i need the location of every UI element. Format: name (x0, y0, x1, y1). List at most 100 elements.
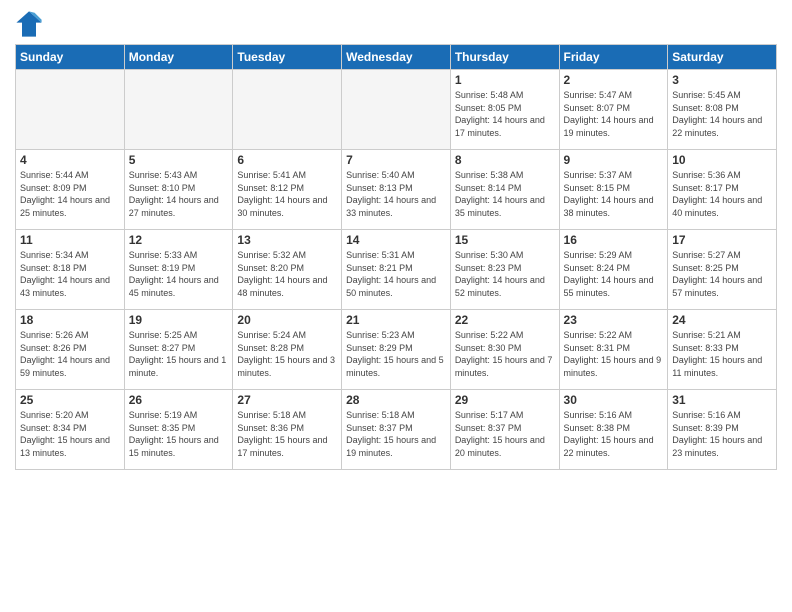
day-number: 20 (237, 313, 337, 327)
day-number: 14 (346, 233, 446, 247)
calendar-cell: 16 Sunrise: 5:29 AM Sunset: 8:24 PM Dayli… (559, 230, 668, 310)
col-header-tuesday: Tuesday (233, 45, 342, 70)
day-number: 15 (455, 233, 555, 247)
day-info: Sunrise: 5:18 AM Sunset: 8:37 PM Dayligh… (346, 409, 446, 459)
week-row-1: 1 Sunrise: 5:48 AM Sunset: 8:05 PM Daylig… (16, 70, 777, 150)
day-info: Sunrise: 5:18 AM Sunset: 8:36 PM Dayligh… (237, 409, 337, 459)
calendar-cell: 28 Sunrise: 5:18 AM Sunset: 8:37 PM Dayli… (342, 390, 451, 470)
calendar-cell: 5 Sunrise: 5:43 AM Sunset: 8:10 PM Daylig… (124, 150, 233, 230)
calendar-cell: 18 Sunrise: 5:26 AM Sunset: 8:26 PM Dayli… (16, 310, 125, 390)
day-info: Sunrise: 5:48 AM Sunset: 8:05 PM Dayligh… (455, 89, 555, 139)
calendar-cell: 6 Sunrise: 5:41 AM Sunset: 8:12 PM Daylig… (233, 150, 342, 230)
day-number: 27 (237, 393, 337, 407)
day-number: 28 (346, 393, 446, 407)
day-number: 30 (564, 393, 664, 407)
day-info: Sunrise: 5:27 AM Sunset: 8:25 PM Dayligh… (672, 249, 772, 299)
calendar-cell: 10 Sunrise: 5:36 AM Sunset: 8:17 PM Dayli… (668, 150, 777, 230)
col-header-friday: Friday (559, 45, 668, 70)
col-header-monday: Monday (124, 45, 233, 70)
calendar-cell: 8Sunrise: 5:38 AM Sunset: 8:14 PM Daylig… (450, 150, 559, 230)
day-number: 24 (672, 313, 772, 327)
logo (15, 10, 47, 38)
calendar-cell: 15 Sunrise: 5:30 AM Sunset: 8:23 PM Dayli… (450, 230, 559, 310)
calendar-cell: 30 Sunrise: 5:16 AM Sunset: 8:38 PM Dayli… (559, 390, 668, 470)
day-info: Sunrise: 5:31 AM Sunset: 8:21 PM Dayligh… (346, 249, 446, 299)
day-info: Sunrise: 5:24 AM Sunset: 8:28 PM Dayligh… (237, 329, 337, 379)
calendar-cell: 26 Sunrise: 5:19 AM Sunset: 8:35 PM Dayli… (124, 390, 233, 470)
day-info: Sunrise: 5:22 AM Sunset: 8:31 PM Dayligh… (564, 329, 664, 379)
calendar-cell: 21Sunrise: 5:23 AM Sunset: 8:29 PM Dayli… (342, 310, 451, 390)
day-info: Sunrise: 5:16 AM Sunset: 8:39 PM Dayligh… (672, 409, 772, 459)
day-info: Sunrise: 5:29 AM Sunset: 8:24 PM Dayligh… (564, 249, 664, 299)
col-header-saturday: Saturday (668, 45, 777, 70)
day-info: Sunrise: 5:41 AM Sunset: 8:12 PM Dayligh… (237, 169, 337, 219)
col-header-sunday: Sunday (16, 45, 125, 70)
calendar-cell (233, 70, 342, 150)
calendar-cell: 25 Sunrise: 5:20 AM Sunset: 8:34 PM Dayli… (16, 390, 125, 470)
calendar-cell: 24 Sunrise: 5:21 AM Sunset: 8:33 PM Dayli… (668, 310, 777, 390)
day-number: 16 (564, 233, 664, 247)
calendar-cell: 22 Sunrise: 5:22 AM Sunset: 8:30 PM Dayli… (450, 310, 559, 390)
day-info: Sunrise: 5:20 AM Sunset: 8:34 PM Dayligh… (20, 409, 120, 459)
day-number: 23 (564, 313, 664, 327)
day-info: Sunrise: 5:32 AM Sunset: 8:20 PM Dayligh… (237, 249, 337, 299)
day-info: Sunrise: 5:37 AM Sunset: 8:15 PM Dayligh… (564, 169, 664, 219)
col-header-wednesday: Wednesday (342, 45, 451, 70)
day-info: Sunrise: 5:22 AM Sunset: 8:30 PM Dayligh… (455, 329, 555, 379)
calendar-cell: 4Sunrise: 5:44 AM Sunset: 8:09 PM Daylig… (16, 150, 125, 230)
calendar-cell: 12 Sunrise: 5:33 AM Sunset: 8:19 PM Dayli… (124, 230, 233, 310)
day-number: 19 (129, 313, 229, 327)
day-number: 12 (129, 233, 229, 247)
day-number: 13 (237, 233, 337, 247)
day-info: Sunrise: 5:21 AM Sunset: 8:33 PM Dayligh… (672, 329, 772, 379)
day-info: Sunrise: 5:40 AM Sunset: 8:13 PM Dayligh… (346, 169, 446, 219)
day-number: 5 (129, 153, 229, 167)
calendar-cell (124, 70, 233, 150)
calendar-cell: 3 Sunrise: 5:45 AM Sunset: 8:08 PM Daylig… (668, 70, 777, 150)
day-number: 1 (455, 73, 555, 87)
calendar-header-row: SundayMondayTuesdayWednesdayThursdayFrid… (16, 45, 777, 70)
week-row-5: 25 Sunrise: 5:20 AM Sunset: 8:34 PM Dayli… (16, 390, 777, 470)
day-number: 18 (20, 313, 120, 327)
calendar-table: SundayMondayTuesdayWednesdayThursdayFrid… (15, 44, 777, 470)
day-info: Sunrise: 5:45 AM Sunset: 8:08 PM Dayligh… (672, 89, 772, 139)
day-info: Sunrise: 5:47 AM Sunset: 8:07 PM Dayligh… (564, 89, 664, 139)
day-info: Sunrise: 5:26 AM Sunset: 8:26 PM Dayligh… (20, 329, 120, 379)
day-number: 10 (672, 153, 772, 167)
calendar-cell: 17 Sunrise: 5:27 AM Sunset: 8:25 PM Dayli… (668, 230, 777, 310)
day-info: Sunrise: 5:33 AM Sunset: 8:19 PM Dayligh… (129, 249, 229, 299)
day-info: Sunrise: 5:16 AM Sunset: 8:38 PM Dayligh… (564, 409, 664, 459)
calendar-cell: 27 Sunrise: 5:18 AM Sunset: 8:36 PM Dayli… (233, 390, 342, 470)
day-number: 4 (20, 153, 120, 167)
day-number: 31 (672, 393, 772, 407)
day-info: Sunrise: 5:36 AM Sunset: 8:17 PM Dayligh… (672, 169, 772, 219)
week-row-2: 4Sunrise: 5:44 AM Sunset: 8:09 PM Daylig… (16, 150, 777, 230)
day-number: 26 (129, 393, 229, 407)
day-number: 3 (672, 73, 772, 87)
calendar-cell: 23 Sunrise: 5:22 AM Sunset: 8:31 PM Dayli… (559, 310, 668, 390)
week-row-4: 18 Sunrise: 5:26 AM Sunset: 8:26 PM Dayli… (16, 310, 777, 390)
calendar-cell: 9Sunrise: 5:37 AM Sunset: 8:15 PM Daylig… (559, 150, 668, 230)
day-number: 29 (455, 393, 555, 407)
calendar-cell: 7 Sunrise: 5:40 AM Sunset: 8:13 PM Daylig… (342, 150, 451, 230)
calendar-cell: 1 Sunrise: 5:48 AM Sunset: 8:05 PM Daylig… (450, 70, 559, 150)
day-info: Sunrise: 5:23 AM Sunset: 8:29 PM Dayligh… (346, 329, 446, 379)
day-number: 6 (237, 153, 337, 167)
logo-icon (15, 10, 43, 38)
day-info: Sunrise: 5:43 AM Sunset: 8:10 PM Dayligh… (129, 169, 229, 219)
day-info: Sunrise: 5:25 AM Sunset: 8:27 PM Dayligh… (129, 329, 229, 379)
day-number: 22 (455, 313, 555, 327)
day-info: Sunrise: 5:30 AM Sunset: 8:23 PM Dayligh… (455, 249, 555, 299)
calendar-cell: 20 Sunrise: 5:24 AM Sunset: 8:28 PM Dayli… (233, 310, 342, 390)
day-info: Sunrise: 5:17 AM Sunset: 8:37 PM Dayligh… (455, 409, 555, 459)
calendar-cell: 13 Sunrise: 5:32 AM Sunset: 8:20 PM Dayli… (233, 230, 342, 310)
day-info: Sunrise: 5:19 AM Sunset: 8:35 PM Dayligh… (129, 409, 229, 459)
day-number: 17 (672, 233, 772, 247)
day-number: 8 (455, 153, 555, 167)
day-number: 25 (20, 393, 120, 407)
col-header-thursday: Thursday (450, 45, 559, 70)
calendar-cell (16, 70, 125, 150)
calendar-cell: 19 Sunrise: 5:25 AM Sunset: 8:27 PM Dayli… (124, 310, 233, 390)
day-number: 7 (346, 153, 446, 167)
calendar-cell (342, 70, 451, 150)
